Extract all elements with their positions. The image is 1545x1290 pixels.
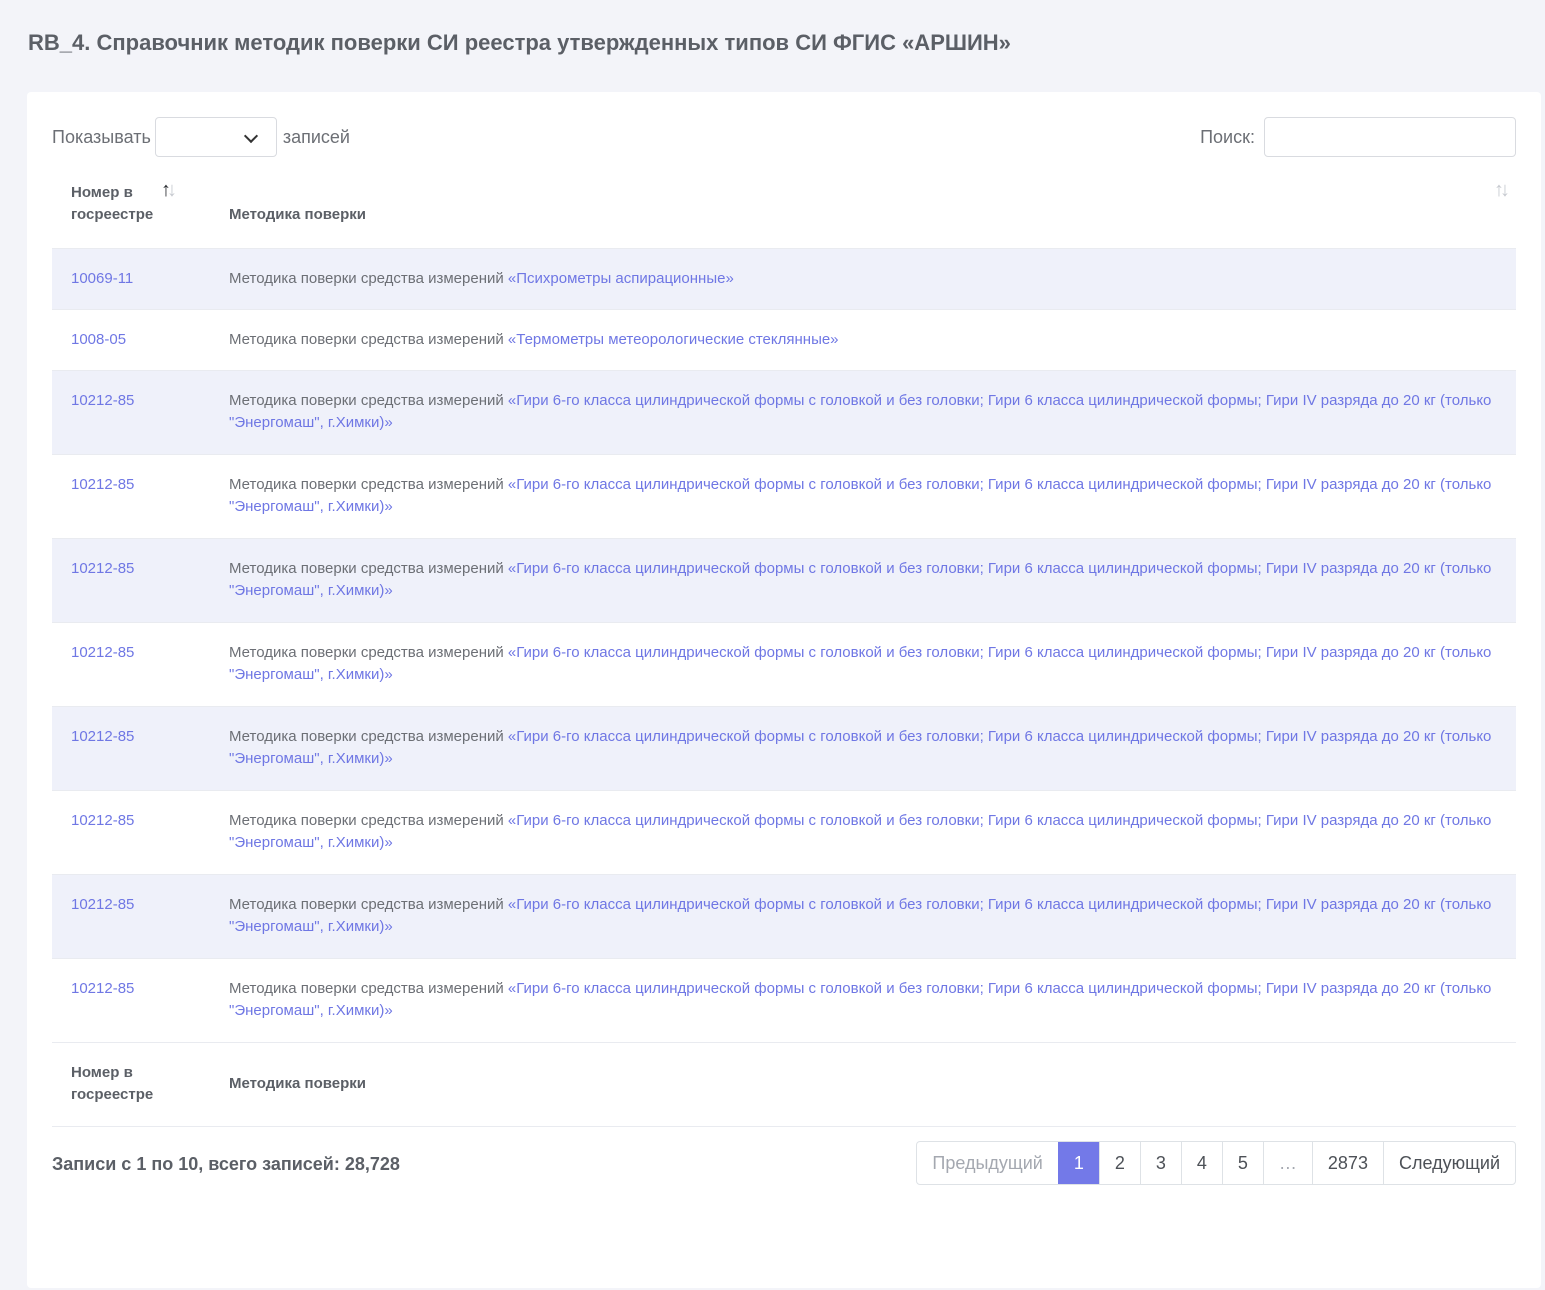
cell-method: Методика поверки средства измерений «Гир… — [210, 874, 1516, 958]
method-name-link[interactable]: «Психрометры аспирационные» — [508, 270, 734, 287]
table-row: 10212-85 Методика поверки средства измере… — [52, 958, 1516, 1042]
pagination: Предыдущий 1 2 3 4 5 … 2873 Следующий — [916, 1141, 1516, 1185]
page-length-control: Показывать записей — [52, 117, 350, 157]
show-label: Показывать — [52, 126, 151, 147]
table-row: 10212-85 Методика поверки средства измере… — [52, 874, 1516, 958]
table-row: 10212-85 Методика поверки средства измере… — [52, 370, 1516, 454]
page-title: RB_4. Справочник методик поверки СИ реес… — [28, 30, 1011, 55]
method-name-link[interactable]: «Термометры метеорологические стеклянные… — [508, 331, 839, 348]
table-controls: Показывать записей Поиск: — [52, 117, 1516, 157]
column-header-number[interactable]: Номер в госреестре ↑↓ — [52, 172, 210, 248]
registry-number-link[interactable]: 1008-05 — [71, 331, 126, 348]
method-prefix: Методика поверки средства измерений — [229, 475, 508, 493]
search-label: Поиск: — [1200, 126, 1255, 147]
cell-method: Методика поверки средства измерений «Гир… — [210, 454, 1516, 538]
method-prefix: Методика поверки средства измерений — [229, 269, 508, 287]
method-prefix: Методика поверки средства измерений — [229, 643, 508, 661]
table-row: 10212-85 Методика поверки средства измере… — [52, 622, 1516, 706]
cell-number: 10212-85 — [52, 370, 210, 454]
method-prefix: Методика поверки средства измерений — [229, 811, 508, 829]
search-input[interactable] — [1264, 117, 1516, 157]
table-row: 10212-85 Методика поверки средства измере… — [52, 538, 1516, 622]
cell-number: 10212-85 — [52, 706, 210, 790]
registry-number-link[interactable]: 10212-85 — [71, 980, 134, 997]
pagination-page-3[interactable]: 3 — [1139, 1142, 1181, 1184]
table-row: 10069-11 Методика поверки средства измере… — [52, 248, 1516, 309]
sort-arrows-icon: ↑↓ — [1494, 179, 1510, 201]
method-prefix: Методика поверки средства измерений — [229, 727, 508, 745]
method-prefix: Методика поверки средства измерений — [229, 559, 508, 577]
cell-method: Методика поверки средства измерений «Гир… — [210, 790, 1516, 874]
pagination-prev-button[interactable]: Предыдущий — [917, 1142, 1057, 1184]
table-footer-row: Номер в госреестре Методика поверки — [52, 1041, 1516, 1127]
methods-table: Номер в госреестре ↑↓ Методика поверки ↑… — [52, 172, 1516, 1127]
cell-number: 1008-05 — [52, 309, 210, 370]
cell-number: 10212-85 — [52, 454, 210, 538]
cell-method: Методика поверки средства измерений «Гир… — [210, 622, 1516, 706]
cell-method: Методика поверки средства измерений «Гир… — [210, 370, 1516, 454]
cell-method: Методика поверки средства измерений «Пси… — [210, 248, 1516, 309]
pagination-page-4[interactable]: 4 — [1180, 1142, 1222, 1184]
pagination-next-button[interactable]: Следующий — [1382, 1142, 1515, 1184]
cell-method: Методика поверки средства измерений «Тер… — [210, 309, 1516, 370]
table-row: 10212-85 Методика поверки средства измере… — [52, 454, 1516, 538]
pagination-page-5[interactable]: 5 — [1221, 1142, 1263, 1184]
page-length-select[interactable] — [154, 117, 277, 157]
cell-number: 10212-85 — [52, 958, 210, 1042]
chevron-down-icon — [243, 128, 258, 144]
entries-label: записей — [282, 126, 350, 147]
footer-column-method: Методика поверки — [210, 1041, 1516, 1127]
footer-column-number: Номер в госреестре — [52, 1041, 210, 1127]
registry-number-link[interactable]: 10212-85 — [71, 728, 134, 745]
column-header-method[interactable]: Методика поверки ↑↓ — [210, 172, 1516, 248]
pagination-page-1[interactable]: 1 — [1057, 1142, 1099, 1184]
method-prefix: Методика поверки средства измерений — [229, 895, 508, 913]
cell-method: Методика поверки средства измерений «Гир… — [210, 958, 1516, 1042]
registry-number-link[interactable]: 10069-11 — [71, 270, 133, 287]
table-card: Показывать записей Поиск: Номер в госрее… — [27, 92, 1541, 1288]
registry-number-link[interactable]: 10212-85 — [71, 812, 134, 829]
registry-number-link[interactable]: 10212-85 — [71, 392, 134, 409]
method-prefix: Методика поверки средства измерений — [229, 391, 508, 409]
cell-method: Методика поверки средства измерений «Гир… — [210, 706, 1516, 790]
registry-number-link[interactable]: 10212-85 — [71, 644, 134, 661]
table-header-row: Номер в госреестре ↑↓ Методика поверки ↑… — [52, 172, 1516, 248]
method-prefix: Методика поверки средства измерений — [229, 330, 508, 348]
registry-number-link[interactable]: 10212-85 — [71, 896, 134, 913]
cell-method: Методика поверки средства измерений «Гир… — [210, 538, 1516, 622]
cell-number: 10212-85 — [52, 790, 210, 874]
pagination-ellipsis: … — [1262, 1142, 1312, 1184]
table-row: 10212-85 Методика поверки средства измере… — [52, 790, 1516, 874]
search-control: Поиск: — [1200, 117, 1516, 157]
pagination-page-last[interactable]: 2873 — [1311, 1142, 1383, 1184]
registry-number-link[interactable]: 10212-85 — [71, 560, 134, 577]
registry-number-link[interactable]: 10212-85 — [71, 476, 134, 493]
sort-arrows-icon: ↑↓ — [161, 179, 177, 201]
method-prefix: Методика поверки средства измерений — [229, 979, 508, 997]
cell-number: 10212-85 — [52, 622, 210, 706]
table-body: 10069-11 Методика поверки средства измере… — [52, 248, 1516, 1042]
table-row: 1008-05 Методика поверки средства измерен… — [52, 309, 1516, 370]
cell-number: 10212-85 — [52, 874, 210, 958]
records-info: Записи с 1 по 10, всего записей: 28,728 — [52, 1154, 400, 1174]
cell-number: 10212-85 — [52, 538, 210, 622]
cell-number: 10069-11 — [52, 248, 210, 309]
pagination-page-2[interactable]: 2 — [1098, 1142, 1140, 1184]
table-row: 10212-85 Методика поверки средства измере… — [52, 706, 1516, 790]
